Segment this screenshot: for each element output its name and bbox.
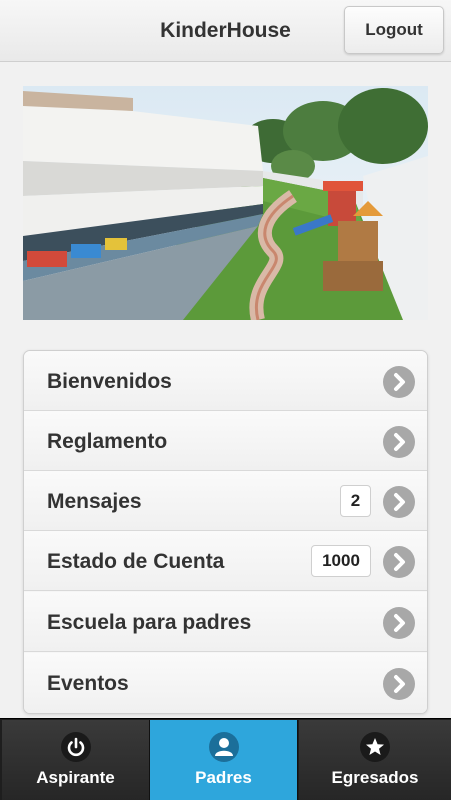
header-bar: KinderHouse Logout bbox=[0, 0, 451, 62]
menu-item-label: Bienvenidos bbox=[47, 370, 172, 393]
nav-tab-aspirante[interactable]: Aspirante bbox=[2, 720, 150, 800]
menu-item-label: Eventos bbox=[47, 672, 129, 695]
power-icon bbox=[61, 732, 91, 762]
menu-item-eventos[interactable]: Eventos bbox=[24, 653, 427, 713]
menu-item-label: Reglamento bbox=[47, 430, 168, 453]
chevron-right-icon bbox=[383, 426, 415, 458]
star-icon bbox=[360, 732, 390, 762]
nav-tab-label: Egresados bbox=[331, 768, 419, 787]
menu-item-label: Estado de Cuenta bbox=[47, 550, 225, 573]
chevron-right-icon bbox=[383, 486, 415, 518]
menu-item-bienvenidos[interactable]: Bienvenidos bbox=[24, 351, 427, 411]
menu-item-label: Mensajes bbox=[47, 490, 142, 513]
main-menu: Bienvenidos Reglamento Mensajes 2 Estado… bbox=[23, 350, 428, 714]
logout-button[interactable]: Logout bbox=[344, 6, 444, 54]
chevron-right-icon bbox=[383, 668, 415, 700]
count-badge: 2 bbox=[340, 485, 371, 517]
nav-tab-label: Aspirante bbox=[36, 768, 115, 787]
menu-item-label: Escuela para padres bbox=[47, 611, 252, 634]
chevron-right-icon bbox=[383, 546, 415, 578]
menu-item-reglamento[interactable]: Reglamento bbox=[24, 411, 427, 471]
menu-item-mensajes[interactable]: Mensajes 2 bbox=[24, 471, 427, 531]
nav-tab-padres[interactable]: Padres bbox=[150, 720, 298, 800]
school-photo-illustration bbox=[23, 86, 428, 320]
menu-item-escuela-para-padres[interactable]: Escuela para padres bbox=[24, 592, 427, 652]
bottom-navbar: Aspirante Padres Egresados bbox=[0, 718, 451, 800]
user-icon bbox=[209, 732, 239, 762]
chevron-right-icon bbox=[383, 607, 415, 639]
chevron-right-icon bbox=[383, 366, 415, 398]
nav-tab-egresados[interactable]: Egresados bbox=[299, 720, 451, 800]
menu-item-estado-de-cuenta[interactable]: Estado de Cuenta 1000 bbox=[24, 531, 427, 591]
count-badge: 1000 bbox=[311, 545, 371, 577]
nav-tab-label: Padres bbox=[195, 768, 252, 787]
school-photo bbox=[23, 86, 428, 320]
